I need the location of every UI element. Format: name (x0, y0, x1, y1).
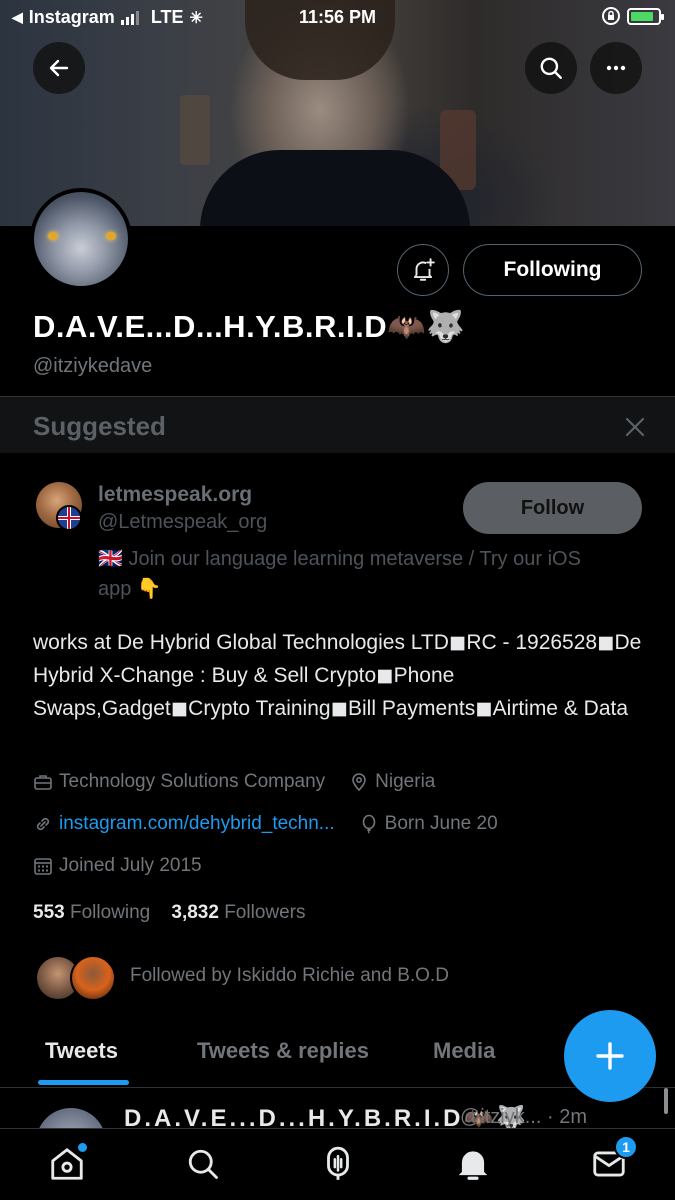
nav-search[interactable] (180, 1141, 226, 1187)
notifications-bell-button[interactable] (397, 244, 449, 296)
suggested-bio: 🇬🇧 Join our language learning metaverse … (98, 548, 581, 600)
display-name: D.A.V.E...D...H.Y.B.R.I.D🦇🐺 (33, 309, 466, 344)
banner-decoration (180, 95, 210, 165)
briefcase-icon (34, 775, 52, 790)
profile-avatar[interactable] (30, 188, 132, 290)
home-new-dot (78, 1143, 87, 1152)
tweet-preview[interactable]: D.A.V.E...D...H.Y.B.R.I.D🦇🐺 @itziyk... ·… (0, 1100, 675, 1130)
link-icon (36, 817, 50, 831)
follow-button[interactable]: Follow (463, 482, 642, 534)
spaces-microphone-icon (327, 1146, 349, 1180)
bottom-navigation: 1 (0, 1128, 675, 1200)
followed-by-text[interactable]: Followed by Iskiddo Richie and B.O.D (130, 965, 449, 987)
more-icon (606, 65, 626, 71)
search-icon (540, 57, 562, 79)
followers-count-link[interactable]: 3,832 Followers (171, 902, 305, 923)
profile-meta-row: Joined July 2015 (33, 855, 226, 877)
active-tab-indicator (38, 1080, 129, 1085)
tab-tweets[interactable]: Tweets (45, 1038, 118, 1064)
orientation-lock-icon (602, 7, 620, 25)
profile-handle: @itziykedave (33, 355, 153, 377)
birthday-label: Born June 20 (384, 813, 498, 834)
tweet-avatar[interactable] (36, 1108, 106, 1130)
banner-figure-coat (200, 150, 470, 226)
avatar-eye (106, 232, 116, 240)
suggested-title: Suggested (33, 411, 166, 441)
status-bar: ◀ Instagram LTE ✳ 11:56 PM (0, 0, 675, 36)
follower-avatar[interactable] (70, 955, 116, 1001)
search-button[interactable] (525, 42, 577, 94)
messages-badge: 1 (614, 1135, 638, 1159)
battery-icon (627, 7, 664, 25)
suggested-handle: @Letmespeak_org (98, 511, 268, 533)
uk-flag-icon (56, 505, 82, 531)
more-button[interactable] (590, 42, 642, 94)
suggested-header: Suggested (0, 397, 675, 453)
avatar-eye (48, 232, 58, 240)
link-item[interactable]: instagram.com/dehybrid_techn... (33, 813, 335, 835)
close-suggested-button[interactable] (625, 417, 645, 442)
category-label: Technology Solutions Company (59, 771, 326, 792)
tab-media[interactable]: Media (433, 1038, 495, 1064)
follow-counts: 553 Following 3,832 Followers (33, 902, 306, 924)
close-icon (625, 417, 645, 437)
profile-link[interactable]: instagram.com/dehybrid_techn... (59, 813, 335, 835)
followers-label: Followers (224, 902, 306, 923)
following-label: Following (69, 902, 151, 923)
arrow-left-icon (49, 59, 69, 77)
nav-home[interactable] (44, 1141, 90, 1187)
compose-tweet-button[interactable] (564, 1010, 656, 1102)
balloon-icon (362, 814, 375, 834)
location-label: Nigeria (375, 771, 436, 792)
suggested-name[interactable]: letmespeak.org (98, 483, 252, 507)
tab-tweets-replies[interactable]: Tweets & replies (197, 1038, 369, 1064)
category-item: Technology Solutions Company (33, 771, 325, 793)
following-count: 553 (33, 902, 65, 923)
profile-bio: works at De Hybrid Global Technologies L… (33, 631, 642, 720)
joined-item: Joined July 2015 (33, 855, 202, 877)
nav-spaces[interactable] (315, 1141, 361, 1187)
search-icon (188, 1149, 218, 1179)
nav-notifications[interactable] (450, 1141, 496, 1187)
calendar-icon (34, 858, 52, 875)
location-item: Nigeria (349, 771, 435, 793)
following-count-link[interactable]: 553 Following (33, 902, 150, 923)
nav-messages[interactable]: 1 (586, 1135, 638, 1187)
status-time: 11:56 PM (298, 7, 377, 27)
plus-icon (596, 1042, 624, 1070)
birthday-item: Born June 20 (359, 813, 498, 835)
bell-icon (458, 1151, 488, 1180)
back-button[interactable] (33, 42, 85, 94)
location-pin-icon (352, 773, 366, 792)
bell-plus-icon (413, 258, 435, 281)
joined-label: Joined July 2015 (59, 855, 202, 876)
tweet-meta: @itziyk... · 2m (460, 1106, 587, 1128)
profile-meta-row: Technology Solutions Company Nigeria (33, 771, 459, 793)
scroll-indicator[interactable] (664, 1088, 668, 1114)
followers-count: 3,832 (171, 902, 219, 923)
following-button[interactable]: Following (463, 244, 642, 296)
profile-meta-row: instagram.com/dehybrid_techn... Born Jun… (33, 813, 522, 835)
